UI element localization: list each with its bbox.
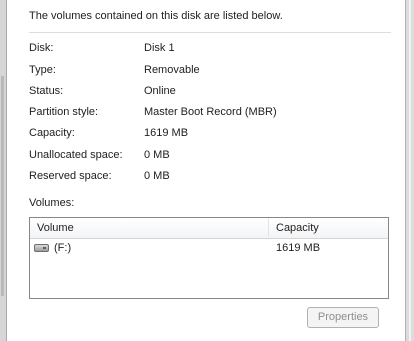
drive-icon — [34, 244, 49, 252]
reserved-space-label: Reserved space: — [29, 170, 112, 182]
disk-value: Disk 1 — [144, 42, 175, 54]
column-header-volume[interactable]: Volume — [37, 222, 74, 234]
reserved-space-value: 0 MB — [144, 170, 170, 182]
unallocated-space-label: Unallocated space: — [29, 149, 123, 161]
type-value: Removable — [144, 64, 200, 76]
volume-row[interactable]: (F:) 1619 MB — [30, 241, 388, 258]
capacity-value: 1619 MB — [144, 127, 189, 139]
frame-right-highlight — [409, 0, 411, 341]
disk-label: Disk: — [29, 42, 54, 54]
properties-button[interactable]: Properties — [307, 307, 379, 328]
frame-left-bar — [1, 76, 4, 296]
volumes-list-header: Volume Capacity — [30, 218, 388, 239]
volumes-title: Volumes: — [29, 197, 75, 209]
window-frame-left — [0, 0, 7, 341]
capacity-label: Capacity: — [29, 127, 75, 139]
partition-style-label: Partition style: — [29, 106, 99, 118]
separator — [29, 32, 391, 33]
volume-capacity: 1619 MB — [276, 242, 321, 254]
column-divider[interactable] — [268, 218, 269, 237]
column-header-capacity[interactable]: Capacity — [276, 222, 319, 234]
volumes-list[interactable]: Volume Capacity (F:) 1619 MB — [29, 217, 389, 299]
status-value: Online — [144, 85, 176, 97]
window-frame-right — [405, 0, 414, 341]
unallocated-space-value: 0 MB — [144, 149, 170, 161]
volume-name: (F:) — [54, 242, 72, 254]
partition-style-value: Master Boot Record (MBR) — [144, 106, 277, 118]
status-label: Status: — [29, 85, 64, 97]
type-label: Type: — [29, 64, 56, 76]
intro-text: The volumes contained on this disk are l… — [29, 10, 283, 22]
